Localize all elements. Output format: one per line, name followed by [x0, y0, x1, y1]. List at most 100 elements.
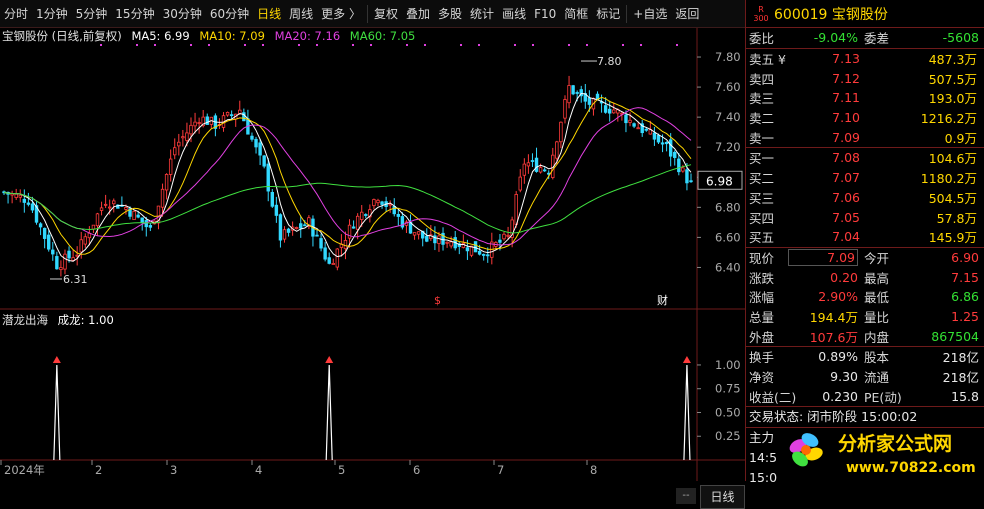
candle-body: [303, 224, 307, 227]
candle-body: [258, 142, 262, 156]
toolbar-btn-10[interactable]: 叠加: [402, 0, 434, 28]
candle-body: [664, 141, 669, 145]
signal-arrow: [682, 355, 691, 363]
candle-body: [160, 188, 165, 208]
orderbook-row[interactable]: 卖五 ¥ 7.13 487.3万: [746, 49, 984, 69]
candle-body: [38, 223, 43, 228]
toolbar-btn-15[interactable]: 简框: [560, 0, 592, 28]
top-dot: [586, 44, 588, 46]
candle-body: [632, 123, 636, 127]
bottom-tab-daily[interactable]: 日线: [700, 485, 745, 509]
toolbar-btn-13[interactable]: 画线: [498, 0, 530, 28]
toolbar-btn-12[interactable]: 统计: [466, 0, 498, 28]
sell-orderbook: 卖五 ¥ 7.13 487.3万 卖四 7.12 507.5万 卖三 7.11 19…: [746, 49, 984, 147]
toolbar-btn-16[interactable]: 标记: [592, 0, 624, 28]
time-tick-label: 2024年: [4, 463, 45, 477]
orderbook-row[interactable]: 买一 7.08 104.6万: [746, 148, 984, 168]
candle-body: [673, 151, 677, 159]
candle-body: [173, 147, 177, 156]
candle-body: [79, 239, 83, 253]
candle-body: [140, 217, 144, 224]
orderbook-row[interactable]: 买四 7.05 57.8万: [746, 207, 984, 227]
candle-body: [607, 108, 612, 114]
toolbar-btn-14[interactable]: F10: [530, 0, 560, 28]
candle-body: [445, 241, 449, 244]
candle-body: [481, 254, 486, 256]
candle-body: [274, 204, 279, 216]
candle-body: [514, 194, 518, 225]
period-dropdown[interactable]: --: [676, 488, 696, 504]
candle-body: [124, 207, 128, 210]
candle-body: [193, 121, 197, 127]
orderbook-row[interactable]: 买三 7.06 504.5万: [746, 188, 984, 208]
orderbook-row[interactable]: 卖二 7.10 1216.2万: [746, 108, 984, 128]
candle-body: [538, 167, 543, 173]
kline-chart[interactable]: 7.807.607.407.207.006.806.606.406.981.00…: [0, 28, 745, 481]
orderbook-row[interactable]: 买五 7.04 145.9万: [746, 227, 984, 247]
candle-body: [323, 247, 327, 260]
toolbar-btn-8[interactable]: 更多 〉: [317, 0, 365, 28]
chart-area[interactable]: 7.807.607.407.207.006.806.606.406.981.00…: [0, 28, 745, 509]
candle-body: [112, 200, 116, 205]
site-logo: 分析家公式网 www.70822.com: [789, 432, 976, 476]
candle-body: [315, 234, 319, 237]
orderbook-row[interactable]: 卖三 7.11 193.0万: [746, 88, 984, 108]
top-dot: [622, 44, 624, 46]
candle-body: [136, 214, 140, 218]
candle-body: [380, 201, 384, 205]
orderbook-row[interactable]: 卖四 7.12 507.5万: [746, 68, 984, 88]
toolbar-btn-2[interactable]: 5分钟: [72, 0, 112, 28]
candle-body: [624, 114, 628, 124]
toolbar-btn-5[interactable]: 60分钟: [206, 0, 253, 28]
candle-body: [299, 223, 303, 229]
toolbar-btn-6[interactable]: 日线: [253, 0, 285, 28]
toolbar-btn-18[interactable]: 返回: [671, 0, 703, 28]
orderbook-row[interactable]: 买二 7.07 1180.2万: [746, 168, 984, 188]
toolbar-btn-1[interactable]: 1分钟: [32, 0, 72, 28]
toolbar-btn-4[interactable]: 30分钟: [159, 0, 206, 28]
candle-body: [392, 205, 396, 215]
price-tick-label: 7.80: [715, 50, 741, 64]
candle-body: [55, 256, 59, 270]
price-tick-label: 6.40: [715, 260, 741, 274]
toolbar-btn-3[interactable]: 15分钟: [111, 0, 158, 28]
top-dot: [532, 44, 534, 46]
toolbar: 分时 1分钟 5分钟 15分钟 30分钟 60分钟 日线 周线 更多 〉复权 叠加 多股 统计 画线 F1…: [0, 0, 745, 28]
kline-legend: 宝钢股份 (日线,前复权) MA5: 6.99 MA10: 7.09 MA20:…: [2, 28, 421, 44]
candle-body: [67, 250, 71, 259]
signal-arrow: [325, 355, 334, 363]
candle-body: [644, 128, 648, 131]
toolbar-btn-9[interactable]: 复权: [370, 0, 402, 28]
candle-body: [42, 227, 47, 239]
candle-body: [449, 241, 453, 247]
candle-body: [603, 105, 608, 113]
candle-body: [229, 114, 234, 117]
time-tick-label: 3: [170, 463, 177, 477]
candle-body: [185, 132, 189, 141]
quote-row: 收益(二) 0.230 PE(动) 15.8: [749, 388, 979, 405]
top-dot: [424, 44, 426, 46]
candle-body: [360, 211, 364, 220]
toolbar-btn-7[interactable]: 周线: [285, 0, 317, 28]
candle-body: [612, 109, 616, 114]
toolbar-btn-17[interactable]: +自选: [629, 0, 671, 28]
quote-row: 涨幅 2.90% 最低 6.86: [749, 289, 979, 306]
candle-body: [71, 257, 75, 261]
candle-body: [95, 213, 100, 227]
price-tick-label: 7.40: [715, 110, 741, 124]
indicator-legend: 潜龙出海 成龙: 1.00: [2, 312, 120, 328]
candle-body: [331, 263, 335, 265]
orderbook-row[interactable]: 卖一 7.09 0.9万: [746, 127, 984, 147]
candle-body: [189, 124, 193, 135]
finance-marker: 财: [657, 293, 668, 307]
toolbar-btn-11[interactable]: 多股: [434, 0, 466, 28]
candle-body: [425, 235, 429, 242]
time-tick-label: 8: [590, 463, 597, 477]
candle-body: [563, 99, 567, 119]
stock-header: R 300 600019 宝钢股份: [746, 0, 984, 28]
top-dot: [100, 44, 102, 46]
ma5-label: MA5: 6.99: [131, 29, 190, 43]
candle-body: [99, 207, 104, 211]
indicator-value: 成龙: 1.00: [57, 313, 114, 327]
toolbar-btn-0[interactable]: 分时: [0, 0, 32, 28]
